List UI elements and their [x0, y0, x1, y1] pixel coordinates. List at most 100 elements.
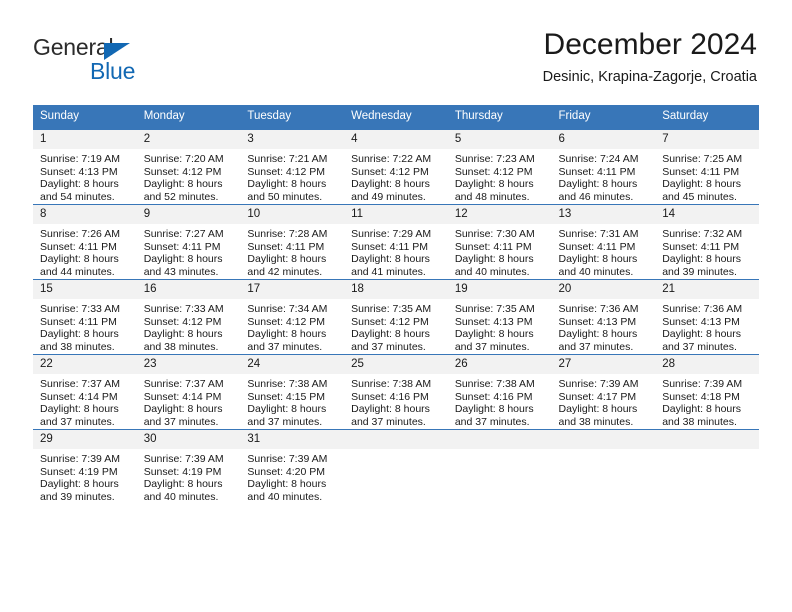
daylight-text-line1: Daylight: 8 hours — [247, 328, 327, 341]
sunrise-text: Sunrise: 7:32 AM — [662, 228, 743, 240]
day-cell-empty — [655, 429, 759, 504]
week-row: 29 Sunrise: 7:39 AM Sunset: 4:19 PM Dayligh… — [33, 429, 759, 504]
day-number: 15 — [33, 280, 137, 299]
sunrise-text: Sunrise: 7:22 AM — [351, 153, 432, 165]
sunrise-text: Sunrise: 7:39 AM — [247, 453, 328, 465]
sunrise-text: Sunrise: 7:35 AM — [351, 303, 432, 315]
day-cell[interactable]: 6 Sunrise: 7:24 AM Sunset: 4:11 PM Daylight… — [551, 130, 656, 205]
daylight-text-line1: Daylight: 8 hours — [454, 253, 534, 266]
sunset-text: Sunset: 4:19 PM — [40, 465, 118, 478]
day-cell[interactable]: 5 Sunrise: 7:23 AM Sunset: 4:12 PM Daylight… — [447, 130, 552, 205]
day-number: 5 — [447, 130, 552, 149]
week-row: 22 Sunrise: 7:37 AM Sunset: 4:14 PM Dayligh… — [33, 354, 759, 430]
sunrise-text: Sunrise: 7:21 AM — [247, 153, 328, 165]
day-cell[interactable]: 12 Sunrise: 7:30 AM Sunset: 4:11 PM Dayligh… — [447, 204, 552, 280]
day-number: 24 — [240, 355, 345, 374]
day-cell[interactable]: 30 Sunrise: 7:39 AM Sunset: 4:19 PM Dayligh… — [136, 429, 241, 504]
day-cell[interactable]: 19 Sunrise: 7:35 AM Sunset: 4:13 PM Dayligh… — [447, 279, 552, 355]
sunrise-text: Sunrise: 7:23 AM — [454, 153, 535, 165]
general-blue-logo[interactable]: General Blue — [33, 36, 273, 92]
daylight-text-line1: Daylight: 8 hours — [247, 403, 327, 416]
day-cell[interactable]: 25 Sunrise: 7:38 AM Sunset: 4:16 PM Dayligh… — [344, 354, 448, 430]
daylight-text-line2: and 40 minutes. — [143, 490, 219, 503]
day-cell[interactable]: 10 Sunrise: 7:28 AM Sunset: 4:11 PM Dayligh… — [240, 204, 345, 280]
sunrise-text: Sunrise: 7:39 AM — [40, 453, 120, 465]
week-row: 1 Sunrise: 7:19 AM Sunset: 4:13 PM Daylight… — [33, 130, 759, 205]
day-cell[interactable]: 28 Sunrise: 7:39 AM Sunset: 4:18 PM Dayligh… — [655, 354, 759, 430]
sunset-text: Sunset: 4:11 PM — [662, 240, 740, 253]
day-cell[interactable]: 16 Sunrise: 7:33 AM Sunset: 4:12 PM Dayligh… — [136, 279, 241, 355]
day-cell[interactable]: 14 Sunrise: 7:32 AM Sunset: 4:11 PM Dayligh… — [655, 204, 759, 280]
day-cell[interactable]: 8 Sunrise: 7:26 AM Sunset: 4:11 PM Daylight… — [33, 204, 137, 280]
day-cell[interactable]: 17 Sunrise: 7:34 AM Sunset: 4:12 PM Dayligh… — [240, 279, 345, 355]
day-number: 17 — [240, 280, 345, 299]
daylight-text-line1: Daylight: 8 hours — [662, 328, 742, 341]
day-cell-empty — [551, 429, 656, 504]
sunrise-text: Sunrise: 7:27 AM — [143, 228, 224, 240]
sunset-text: Sunset: 4:12 PM — [143, 315, 222, 328]
day-cell[interactable]: 31 Sunrise: 7:39 AM Sunset: 4:20 PM Dayligh… — [240, 429, 345, 504]
day-number: 20 — [551, 280, 656, 299]
sunrise-text: Sunrise: 7:30 AM — [454, 228, 535, 240]
day-cell[interactable]: 1 Sunrise: 7:19 AM Sunset: 4:13 PM Daylight… — [33, 130, 137, 205]
daylight-text-line2: and 41 minutes. — [351, 265, 426, 278]
daylight-text-line1: Daylight: 8 hours — [662, 178, 742, 191]
day-number: 14 — [655, 205, 759, 224]
day-number: 13 — [551, 205, 656, 224]
sunset-text: Sunset: 4:11 PM — [558, 240, 636, 253]
sunset-text: Sunset: 4:12 PM — [454, 165, 533, 178]
sunset-text: Sunset: 4:13 PM — [558, 315, 637, 328]
day-cell[interactable]: 4 Sunrise: 7:22 AM Sunset: 4:12 PM Daylight… — [344, 130, 448, 205]
daylight-text-line2: and 50 minutes. — [247, 190, 323, 203]
sunrise-text: Sunrise: 7:35 AM — [454, 303, 535, 315]
day-number: 31 — [240, 430, 345, 449]
day-cell[interactable]: 13 Sunrise: 7:31 AM Sunset: 4:11 PM Dayligh… — [551, 204, 656, 280]
week-row: 8 Sunrise: 7:26 AM Sunset: 4:11 PM Daylight… — [33, 204, 759, 280]
day-number: 22 — [33, 355, 137, 374]
sunset-text: Sunset: 4:11 PM — [40, 315, 117, 328]
daylight-text-line1: Daylight: 8 hours — [143, 328, 223, 341]
day-cell[interactable]: 7 Sunrise: 7:25 AM Sunset: 4:11 PM Daylight… — [655, 130, 759, 205]
day-cell[interactable]: 27 Sunrise: 7:39 AM Sunset: 4:17 PM Dayligh… — [551, 354, 656, 430]
day-cell[interactable]: 9 Sunrise: 7:27 AM Sunset: 4:11 PM Daylight… — [136, 204, 241, 280]
daylight-text-line2: and 48 minutes. — [454, 190, 530, 203]
day-cell[interactable]: 23 Sunrise: 7:37 AM Sunset: 4:14 PM Dayligh… — [136, 354, 241, 430]
day-number: 28 — [655, 355, 759, 374]
sunrise-text: Sunrise: 7:33 AM — [40, 303, 120, 315]
day-cell[interactable]: 29 Sunrise: 7:39 AM Sunset: 4:19 PM Dayligh… — [33, 429, 137, 504]
daylight-text-line2: and 39 minutes. — [662, 265, 737, 278]
day-cell[interactable]: 24 Sunrise: 7:38 AM Sunset: 4:15 PM Dayligh… — [240, 354, 345, 430]
page-header: General Blue December 2024 Desinic, Krap… — [0, 0, 792, 100]
weekday-header-tuesday: Tuesday — [240, 105, 345, 130]
daylight-text-line1: Daylight: 8 hours — [40, 328, 119, 341]
sunrise-text: Sunrise: 7:25 AM — [662, 153, 743, 165]
sunset-text: Sunset: 4:18 PM — [662, 390, 740, 403]
day-number: 1 — [33, 130, 137, 149]
daylight-text-line2: and 37 minutes. — [662, 340, 737, 353]
logo-text-blue: Blue — [90, 58, 136, 84]
sunrise-text: Sunrise: 7:38 AM — [247, 378, 328, 390]
day-cell[interactable]: 2 Sunrise: 7:20 AM Sunset: 4:12 PM Daylight… — [136, 130, 241, 205]
sunrise-text: Sunrise: 7:38 AM — [454, 378, 535, 390]
sunset-text: Sunset: 4:11 PM — [351, 240, 428, 253]
day-number — [344, 430, 448, 449]
day-cell[interactable]: 21 Sunrise: 7:36 AM Sunset: 4:13 PM Dayligh… — [655, 279, 759, 355]
sunrise-text: Sunrise: 7:37 AM — [143, 378, 224, 390]
sunset-text: Sunset: 4:12 PM — [247, 315, 326, 328]
weekday-header-row: Sunday Monday Tuesday Wednesday Thursday… — [33, 105, 759, 130]
title-block: December 2024 Desinic, Krapina-Zagorje, … — [543, 28, 757, 86]
daylight-text-line1: Daylight: 8 hours — [247, 178, 327, 191]
sunset-text: Sunset: 4:16 PM — [351, 390, 429, 403]
day-number: 21 — [655, 280, 759, 299]
sunrise-text: Sunrise: 7:34 AM — [247, 303, 328, 315]
sunset-text: Sunset: 4:17 PM — [558, 390, 637, 403]
sunrise-text: Sunrise: 7:19 AM — [40, 153, 120, 165]
day-cell[interactable]: 18 Sunrise: 7:35 AM Sunset: 4:12 PM Dayligh… — [344, 279, 448, 355]
day-cell[interactable]: 11 Sunrise: 7:29 AM Sunset: 4:11 PM Dayligh… — [344, 204, 448, 280]
day-cell[interactable]: 15 Sunrise: 7:33 AM Sunset: 4:11 PM Dayligh… — [33, 279, 137, 355]
day-cell[interactable]: 3 Sunrise: 7:21 AM Sunset: 4:12 PM Daylight… — [240, 130, 345, 205]
day-cell[interactable]: 26 Sunrise: 7:38 AM Sunset: 4:16 PM Dayligh… — [447, 354, 552, 430]
day-cell[interactable]: 20 Sunrise: 7:36 AM Sunset: 4:13 PM Dayligh… — [551, 279, 656, 355]
day-cell[interactable]: 22 Sunrise: 7:37 AM Sunset: 4:14 PM Dayligh… — [33, 354, 137, 430]
sunrise-text: Sunrise: 7:39 AM — [558, 378, 639, 390]
